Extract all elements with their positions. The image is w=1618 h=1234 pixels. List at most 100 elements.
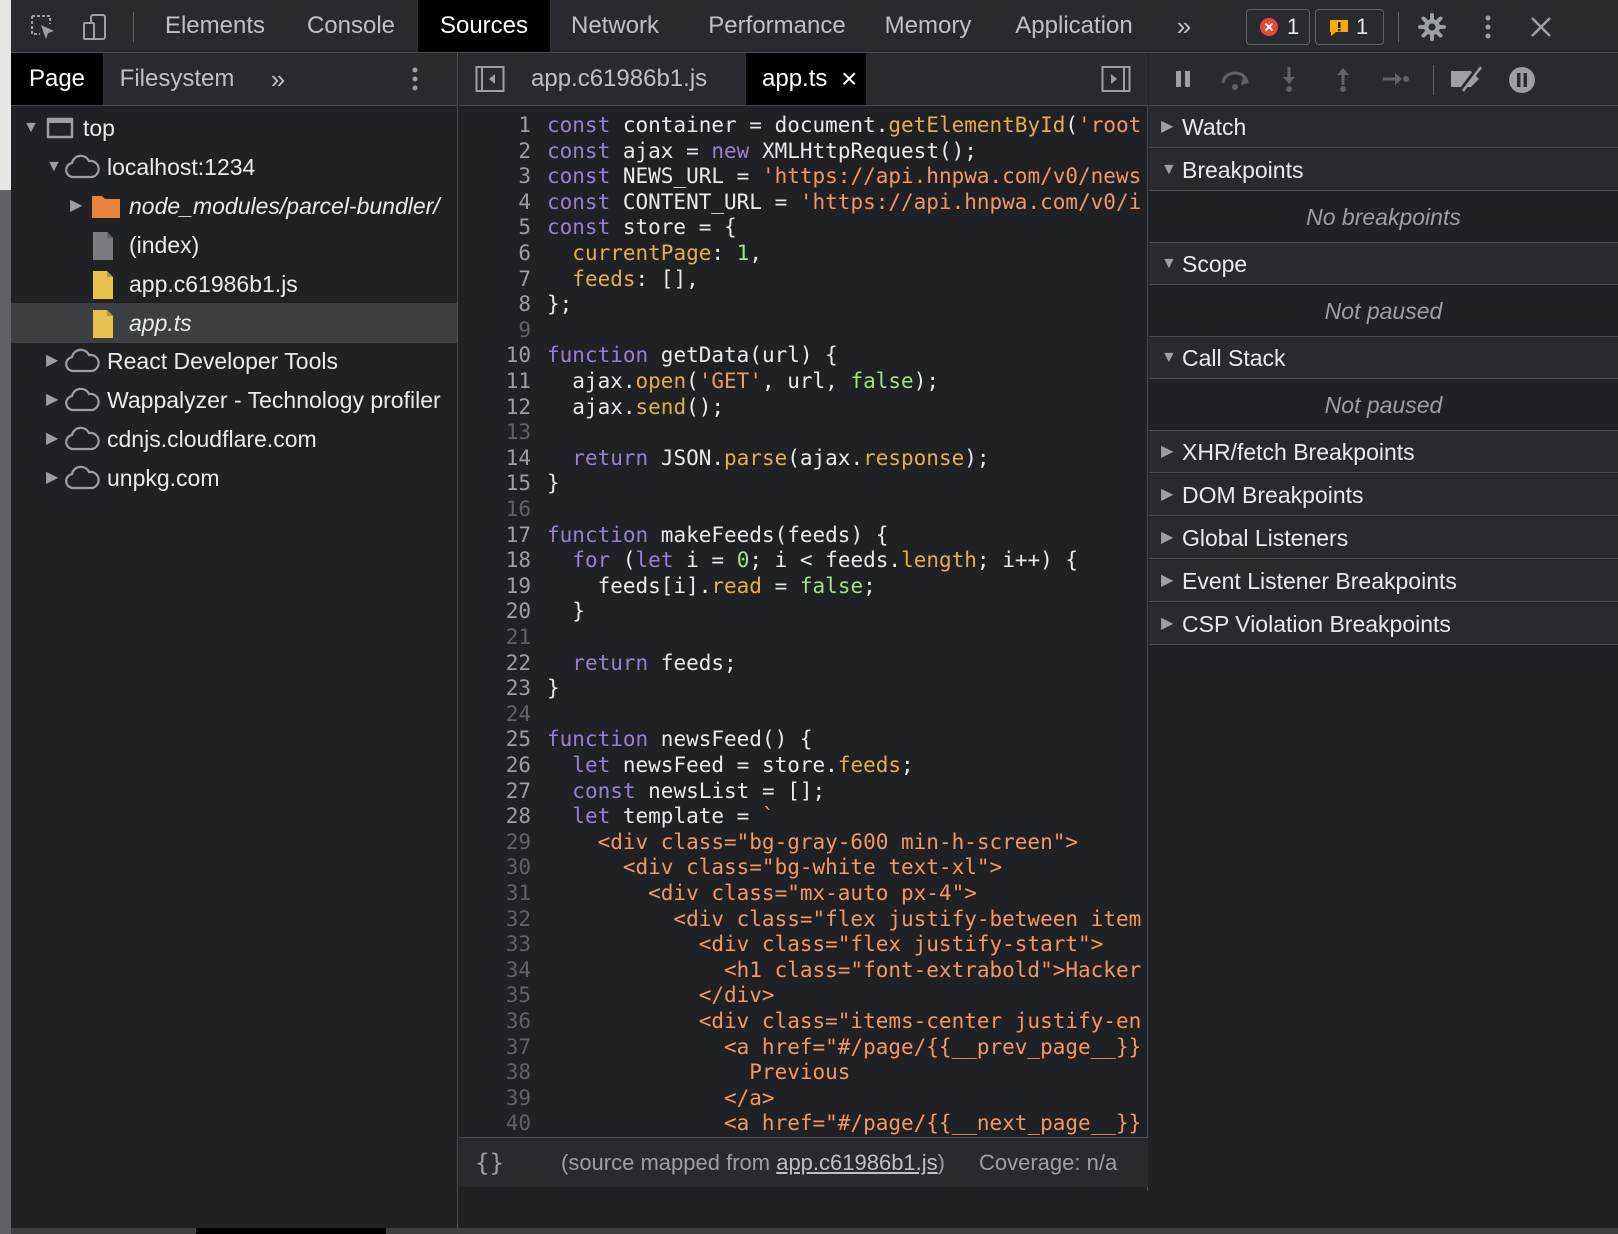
line-number[interactable]: 22 xyxy=(459,650,531,676)
code-line[interactable]: 33 <div class="flex justify-start"> xyxy=(459,931,1147,957)
tree-item[interactable]: app.c61986b1.js xyxy=(11,264,457,304)
code-line[interactable]: 30 <div class="bg-white text-xl"> xyxy=(459,854,1147,880)
code-line[interactable]: 2 const ajax = new XMLHttpRequest(); xyxy=(459,138,1147,164)
line-number[interactable]: 24 xyxy=(459,701,531,727)
pane-call-stack[interactable]: ▼ Call Stack xyxy=(1149,337,1618,379)
line-number[interactable]: 36 xyxy=(459,1008,531,1034)
line-number[interactable]: 32 xyxy=(459,906,531,932)
pane-watch[interactable]: ▶ Watch xyxy=(1149,106,1618,148)
code-line[interactable]: 13 xyxy=(459,419,1147,445)
line-number[interactable]: 31 xyxy=(459,880,531,906)
line-number[interactable]: 40 xyxy=(459,1110,531,1136)
code-line[interactable]: 6 currentPage: 1, xyxy=(459,240,1147,266)
code-line[interactable]: 1 const container = document.getElementBy… xyxy=(459,112,1147,138)
caret-down-icon[interactable]: ▼ xyxy=(23,108,39,148)
line-number[interactable]: 12 xyxy=(459,394,531,420)
line-number[interactable]: 5 xyxy=(459,214,531,240)
line-number[interactable]: 28 xyxy=(459,803,531,829)
line-number[interactable]: 27 xyxy=(459,778,531,804)
code-line[interactable]: 37 <a href="#/page/{{__prev_page__}} xyxy=(459,1034,1147,1060)
step-icon[interactable] xyxy=(1381,65,1411,98)
caret-down-icon[interactable]: ▼ xyxy=(1161,243,1177,285)
more-navigator-tabs-button[interactable]: » xyxy=(263,53,293,105)
line-number[interactable]: 3 xyxy=(459,163,531,189)
deactivate-breakpoints-icon[interactable] xyxy=(1449,65,1487,98)
code-line[interactable]: 38 Previous xyxy=(459,1059,1147,1085)
pane-event-listener-breakpoints[interactable]: ▶ Event Listener Breakpoints xyxy=(1149,560,1618,602)
tab-memory[interactable]: Memory xyxy=(873,0,983,52)
line-number[interactable]: 35 xyxy=(459,982,531,1008)
code-line[interactable]: 8}; xyxy=(459,291,1147,317)
tab-page[interactable]: Page xyxy=(11,53,103,105)
line-number[interactable]: 21 xyxy=(459,624,531,650)
caret-right-icon[interactable]: ▶ xyxy=(46,458,58,498)
line-number[interactable]: 13 xyxy=(459,419,531,445)
line-number[interactable]: 7 xyxy=(459,266,531,292)
code-line[interactable]: 17 function makeFeeds(feeds) { xyxy=(459,522,1147,548)
code-line[interactable]: 5 const store = { xyxy=(459,214,1147,240)
tab-network[interactable]: Network xyxy=(558,0,672,52)
tab-console[interactable]: Console xyxy=(299,0,403,52)
line-number[interactable]: 9 xyxy=(459,317,531,343)
caret-right-icon[interactable]: ▶ xyxy=(1161,603,1173,645)
tab-filesystem[interactable]: Filesystem xyxy=(111,53,243,105)
code-line[interactable]: 19 feeds[i].read = false; xyxy=(459,573,1147,599)
line-number[interactable]: 2 xyxy=(459,138,531,164)
toggle-debugger-icon[interactable] xyxy=(1101,65,1131,98)
tab-application[interactable]: Application xyxy=(1003,0,1145,52)
horizontal-scrollbar[interactable] xyxy=(11,1228,1618,1234)
code-line[interactable]: 12 ajax.send(); xyxy=(459,394,1147,420)
code-line[interactable]: 9 xyxy=(459,317,1147,343)
code-line[interactable]: 14 return JSON.parse(ajax.response); xyxy=(459,445,1147,471)
line-number[interactable]: 39 xyxy=(459,1085,531,1111)
pane-global-listeners[interactable]: ▶ Global Listeners xyxy=(1149,517,1618,559)
pane-dom-breakpoints[interactable]: ▶ DOM Breakpoints xyxy=(1149,474,1618,516)
pane-scope[interactable]: ▼ Scope xyxy=(1149,243,1618,285)
code-line[interactable]: 16 xyxy=(459,496,1147,522)
code-line[interactable]: 25 function newsFeed() { xyxy=(459,726,1147,752)
scrollbar-thumb[interactable] xyxy=(196,1228,386,1234)
tree-item[interactable]: ▶ cdnjs.cloudflare.com xyxy=(11,419,457,459)
code-line[interactable]: 24 xyxy=(459,701,1147,727)
pause-icon[interactable] xyxy=(1169,65,1197,98)
toggle-navigator-icon[interactable] xyxy=(475,65,505,98)
error-counter[interactable]: 1 xyxy=(1246,9,1310,45)
line-number[interactable]: 6 xyxy=(459,240,531,266)
line-number[interactable]: 14 xyxy=(459,445,531,471)
code-line[interactable]: 28 let template = ` xyxy=(459,803,1147,829)
tab-elements[interactable]: Elements xyxy=(153,0,277,52)
step-into-icon[interactable] xyxy=(1277,65,1301,98)
caret-right-icon[interactable]: ▶ xyxy=(1161,474,1173,516)
caret-right-icon[interactable]: ▶ xyxy=(46,380,58,420)
line-number[interactable]: 30 xyxy=(459,854,531,880)
line-number[interactable]: 37 xyxy=(459,1034,531,1060)
code-line[interactable]: 10 function getData(url) { xyxy=(459,342,1147,368)
inspect-element-icon[interactable] xyxy=(29,13,57,41)
code-line[interactable]: 31 <div class="mx-auto px-4"> xyxy=(459,880,1147,906)
code-line[interactable]: 21 xyxy=(459,624,1147,650)
code-line[interactable]: 4 const CONTENT_URL = 'https://api.hnpwa.… xyxy=(459,189,1147,215)
editor-tab-app-c61986b1-js[interactable]: app.c61986b1.js xyxy=(519,53,719,105)
tree-item[interactable]: ▶ React Developer Tools xyxy=(11,341,457,381)
caret-down-icon[interactable]: ▼ xyxy=(1161,149,1177,191)
code-line[interactable]: 18 for (let i = 0; i < feeds.length; i++… xyxy=(459,547,1147,573)
tab-sources[interactable]: Sources xyxy=(418,0,550,52)
code-line[interactable]: 3 const NEWS_URL = 'https://api.hnpwa.com… xyxy=(459,163,1147,189)
code-line[interactable]: 40 <a href="#/page/{{__next_page__}} xyxy=(459,1110,1147,1136)
pane-breakpoints[interactable]: ▼ Breakpoints xyxy=(1149,149,1618,191)
line-number[interactable]: 34 xyxy=(459,957,531,983)
line-number[interactable]: 29 xyxy=(459,829,531,855)
code-line[interactable]: 34 <h1 class="font-extrabold">Hacker xyxy=(459,957,1147,983)
editor-tab-app-ts[interactable]: app.ts × xyxy=(746,53,866,105)
code-line[interactable]: 36 <div class="items-center justify-en xyxy=(459,1008,1147,1034)
caret-right-icon[interactable]: ▶ xyxy=(1161,106,1173,148)
caret-right-icon[interactable]: ▶ xyxy=(1161,560,1173,602)
line-number[interactable]: 10 xyxy=(459,342,531,368)
line-number[interactable]: 25 xyxy=(459,726,531,752)
caret-right-icon[interactable]: ▶ xyxy=(1161,431,1173,473)
code-line[interactable]: 23} xyxy=(459,675,1147,701)
tree-item[interactable]: ▼ top xyxy=(11,108,457,148)
caret-right-icon[interactable]: ▶ xyxy=(46,419,58,459)
caret-down-icon[interactable]: ▼ xyxy=(1161,337,1177,379)
line-number[interactable]: 33 xyxy=(459,931,531,957)
